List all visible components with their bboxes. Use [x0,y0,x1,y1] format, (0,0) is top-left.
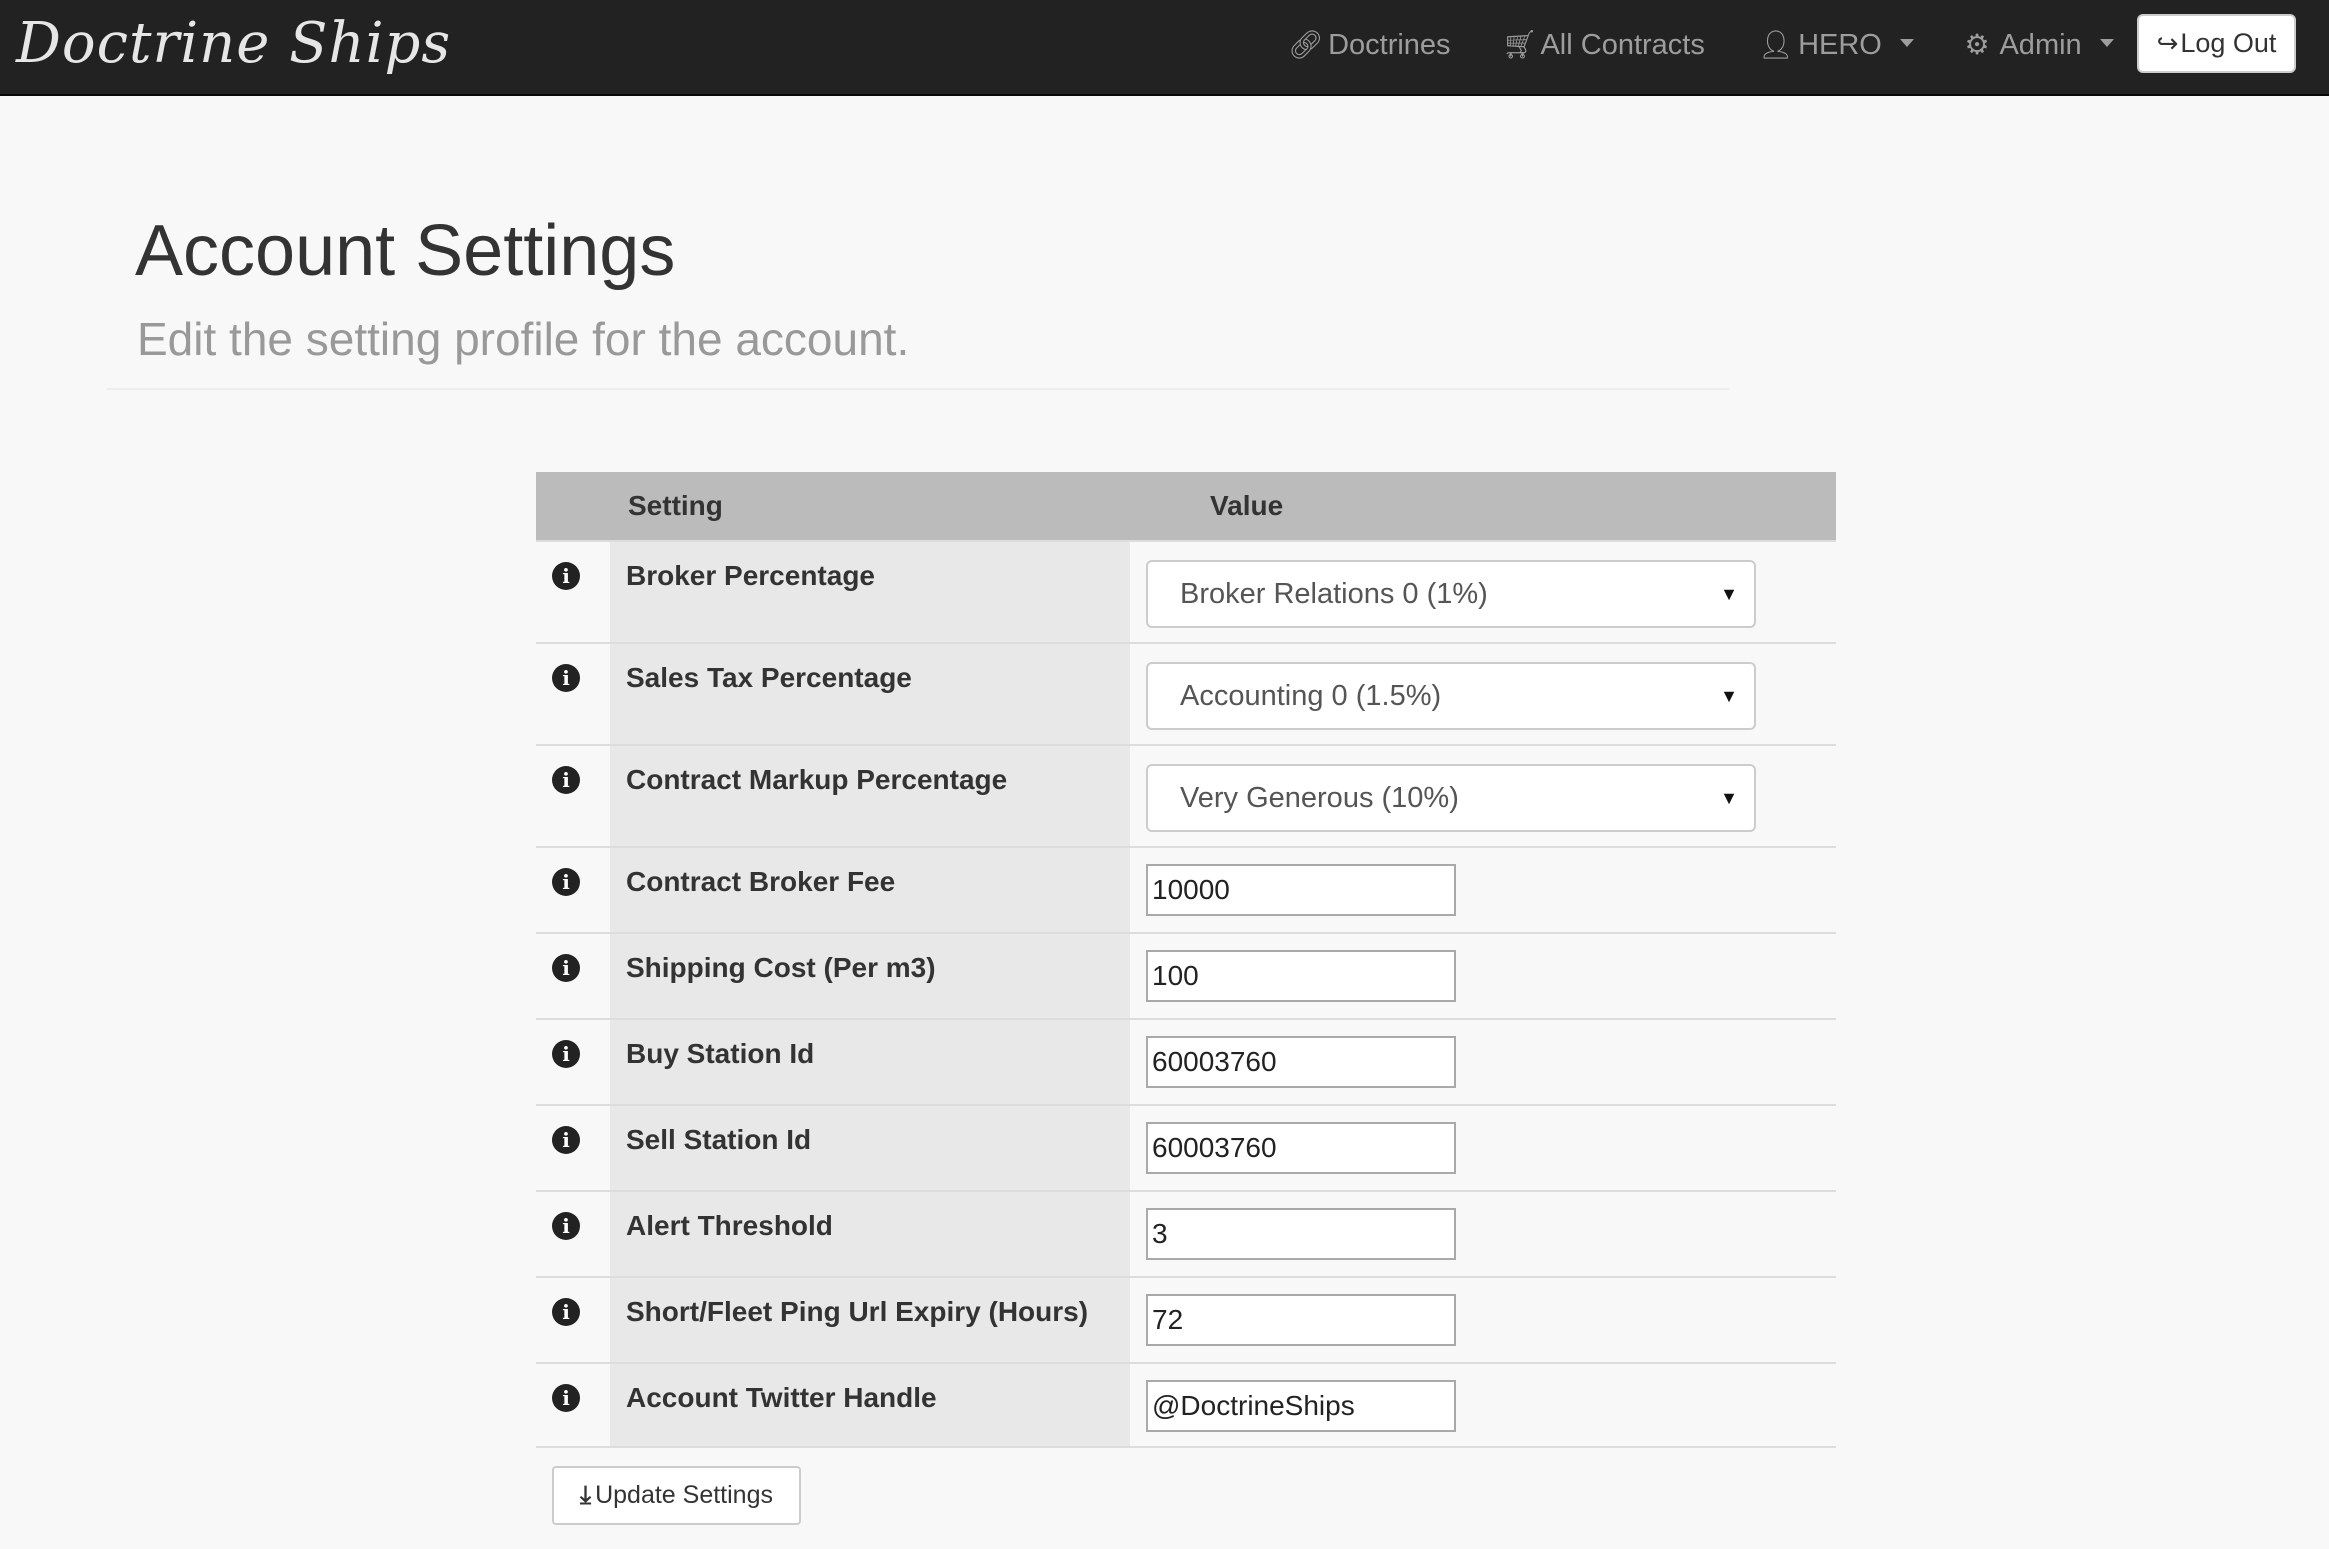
logout-icon: ↪ [2156,28,2179,58]
table-row: i Buy Station Id 60003760 [536,1018,1836,1104]
shipping-cost-input[interactable]: 100 [1146,950,1456,1002]
setting-label: Broker Percentage [610,542,1130,642]
table-row: i Sales Tax Percentage Accounting 0 (1.5… [536,642,1836,744]
setting-label: Alert Threshold [610,1192,1130,1276]
twitter-handle-input[interactable]: @DoctrineShips [1146,1380,1456,1432]
column-header-setting: Setting [628,490,723,521]
ping-url-expiry-input[interactable]: 72 [1146,1294,1456,1346]
sell-station-id-input[interactable]: 60003760 [1146,1122,1456,1174]
info-icon[interactable]: i [552,1040,580,1068]
table-header: Setting Value [536,472,1836,540]
download-icon: ⤓ [580,1481,592,1509]
user-icon: 👤︎ [1758,29,1794,60]
setting-label: Contract Broker Fee [610,848,1130,932]
broker-percentage-select[interactable]: Broker Relations 0 (1%) ▼ [1146,560,1756,628]
update-settings-button[interactable]: ⤓ Update Settings [552,1466,801,1525]
top-navbar: Doctrine Ships 🔗︎ Doctrines 🛒︎ All Contr… [0,0,2329,96]
nav-all-contracts-label: All Contracts [1540,29,1705,61]
setting-label: Sales Tax Percentage [610,644,1130,744]
info-icon[interactable]: i [552,562,580,590]
dropdown-arrow-icon: ▼ [1720,584,1738,604]
setting-label: Account Twitter Handle [610,1364,1130,1446]
nav-user-label: HERO [1798,29,1882,61]
nav-all-contracts[interactable]: 🛒︎ All Contracts [1502,20,1705,70]
info-icon[interactable]: i [552,868,580,896]
info-icon[interactable]: i [552,664,580,692]
page-title: Account Settings [135,211,676,291]
nav-doctrines-label: Doctrines [1328,29,1451,61]
nav-admin-menu[interactable]: ⚙ Admin [1961,20,2114,70]
brand-logo[interactable]: Doctrine Ships [16,4,451,84]
update-settings-label: Update Settings [595,1481,773,1509]
buy-station-id-input[interactable]: 60003760 [1146,1036,1456,1088]
setting-label: Shipping Cost (Per m3) [610,934,1130,1018]
nav-doctrines[interactable]: 🔗︎ Doctrines [1288,20,1451,70]
logout-button[interactable]: ↪Log Out [2137,14,2296,73]
select-value: Broker Relations 0 (1%) [1180,578,1488,610]
table-row: i Contract Broker Fee 10000 [536,846,1836,932]
dropdown-arrow-icon: ▼ [1720,686,1738,706]
nav-user-menu[interactable]: 👤︎ HERO [1758,20,1914,70]
info-icon[interactable]: i [552,1384,580,1412]
table-row: i Alert Threshold 3 [536,1190,1836,1276]
table-row: i Account Twitter Handle @DoctrineShips [536,1362,1836,1448]
column-header-value: Value [1210,490,1284,521]
contract-broker-fee-input[interactable]: 10000 [1146,864,1456,916]
info-icon[interactable]: i [552,1212,580,1240]
select-value: Accounting 0 (1.5%) [1180,680,1442,712]
info-icon[interactable]: i [552,1126,580,1154]
sales-tax-select[interactable]: Accounting 0 (1.5%) ▼ [1146,662,1756,730]
header-divider [107,388,1729,390]
link-icon: 🔗︎ [1288,29,1324,60]
info-icon[interactable]: i [552,1298,580,1326]
caret-down-icon [2099,39,2114,48]
table-row: i Contract Markup Percentage Very Genero… [536,744,1836,846]
table-row: i Broker Percentage Broker Relations 0 (… [536,540,1836,642]
select-value: Very Generous (10%) [1180,782,1459,814]
setting-label: Contract Markup Percentage [610,746,1130,846]
alert-threshold-input[interactable]: 3 [1146,1208,1456,1260]
logout-label: Log Out [2180,28,2277,58]
cart-icon: 🛒︎ [1502,29,1538,60]
page-subtitle: Edit the setting profile for the account… [137,313,910,365]
info-icon[interactable]: i [552,766,580,794]
setting-label: Short/Fleet Ping Url Expiry (Hours) [610,1278,1130,1362]
gear-icon: ⚙ [1964,29,1990,60]
nav-admin-label: Admin [1999,29,2082,61]
info-icon[interactable]: i [552,954,580,982]
setting-label: Sell Station Id [610,1106,1130,1190]
dropdown-arrow-icon: ▼ [1720,788,1738,808]
caret-down-icon [1899,39,1914,48]
settings-table: Setting Value i Broker Percentage Broker… [536,472,1836,1448]
table-row: i Shipping Cost (Per m3) 100 [536,932,1836,1018]
table-row: i Sell Station Id 60003760 [536,1104,1836,1190]
setting-label: Buy Station Id [610,1020,1130,1104]
contract-markup-select[interactable]: Very Generous (10%) ▼ [1146,764,1756,832]
table-row: i Short/Fleet Ping Url Expiry (Hours) 72 [536,1276,1836,1362]
